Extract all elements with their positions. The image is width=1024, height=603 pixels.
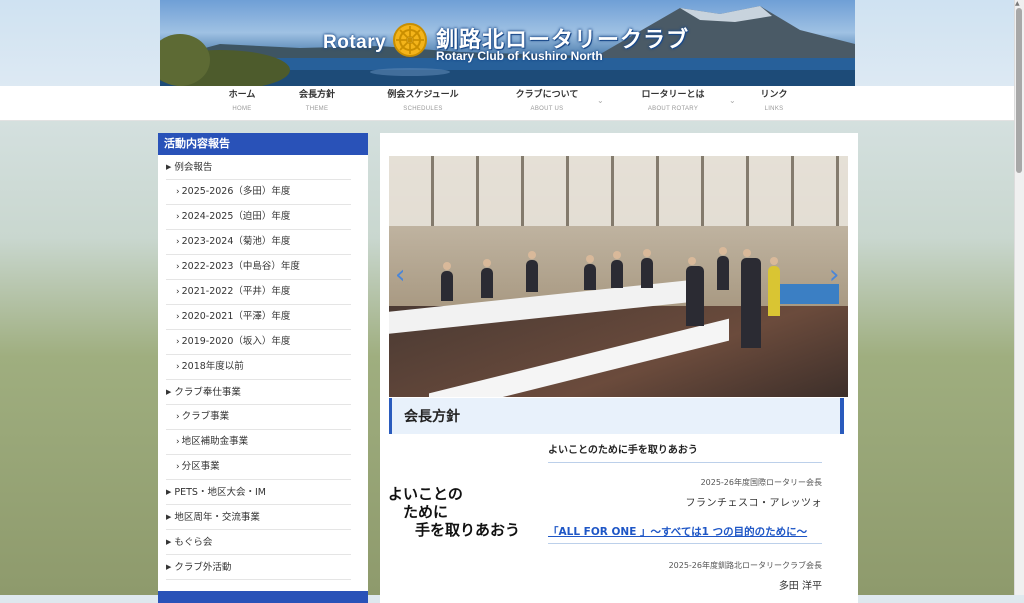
nav-about-us[interactable]: クラブについて ABOUT US (510, 89, 584, 112)
chevron-right-icon: › (176, 262, 180, 272)
ri-president-name: フランチェスコ・アレッツォ (685, 498, 822, 509)
sidebar-item[interactable]: › 2025-2026（多田）年度 (166, 180, 351, 205)
chevron-right-icon: › (176, 337, 180, 347)
president-message: よいことのために手を取りあおう 2025-26年度国際ロータリー会長 フランチェ… (548, 441, 822, 592)
nav-sublabel: THEME (305, 106, 329, 112)
slogan-image: よいことの ために 手を取りあおう (388, 485, 528, 539)
sidebar-item[interactable]: › 地区補助金事業 (166, 430, 351, 455)
nav-home[interactable]: ホーム HOME (224, 89, 260, 112)
sidebar-item-label: 2019-2020（坂入）年度 (181, 336, 291, 347)
caret-right-icon: ▶ (166, 538, 172, 546)
sidebar-item-label: 2024-2025（迫田）年度 (181, 211, 291, 222)
club-name-en: Rotary Club of Kushiro North (436, 49, 603, 63)
nav-sublabel: HOME (232, 106, 252, 112)
nav-label: ホーム (228, 90, 256, 100)
sidebar-item-label: 2020-2021（平澤）年度 (181, 311, 291, 322)
nav-label: クラブについて (515, 90, 579, 100)
sidebar-title: 活動内容報告 (158, 133, 368, 155)
club-president-caption: 2025-26年度釧路北ロータリークラブ会長 (668, 561, 822, 570)
nav-sublabel: SCHEDULES (403, 106, 443, 112)
slider-next-icon[interactable]: › (829, 260, 839, 290)
sidebar-item-label: クラブ外活動 (174, 562, 232, 573)
chevron-right-icon: › (176, 462, 180, 472)
sidebar-item[interactable]: › 2019-2020（坂入）年度 (166, 330, 351, 355)
slogan-line-3: 手を取りあおう (415, 521, 521, 539)
activity-sidebar: 活動内容報告 ▶ 例会報告 › 2025-2026（多田）年度 › 2024-2025（迫… (158, 133, 368, 603)
caret-right-icon: ▶ (166, 488, 172, 496)
sidebar-item-label: 例会報告 (174, 162, 213, 173)
sidebar-item-label: 2021-2022（平井）年度 (181, 286, 291, 297)
sidebar-item-label: 2018年度以前 (181, 361, 244, 372)
sidebar-item[interactable]: › 2023-2024（菊池）年度 (166, 230, 351, 255)
sidebar-item-label: 2023-2024（菊池）年度 (181, 236, 291, 247)
nav-label: ロータリーとは (641, 90, 705, 100)
main-nav: ホーム HOME 会長方針 THEME 例会スケジュール SCHEDULES ク… (0, 86, 1014, 121)
rotary-logo-text: Rotary (323, 32, 387, 53)
chevron-right-icon: › (176, 362, 180, 372)
sidebar-item[interactable]: › 2021-2022（平井）年度 (166, 280, 351, 305)
sidebar-item[interactable]: › 2020-2021（平澤）年度 (166, 305, 351, 330)
sidebar-item-label: 分区事業 (181, 461, 220, 472)
sidebar-next-widget (158, 591, 368, 603)
sidebar-item[interactable]: ▶ もぐら会 (166, 530, 351, 555)
chevron-right-icon: › (176, 287, 180, 297)
chevron-right-icon: › (176, 237, 180, 247)
slider-prev-icon[interactable]: ‹ (395, 260, 405, 290)
header-banner[interactable]: Rotary 釧路北ロータリークラブ Rotary Club of Kushir… (160, 0, 855, 86)
nav-label: リンク (760, 90, 788, 100)
sidebar-item-label: 地区周年・交流事業 (174, 512, 260, 523)
sidebar-item[interactable]: › 2024-2025（迫田）年度 (166, 205, 351, 230)
nav-sublabel: LINKS (764, 106, 784, 112)
scrollbar-thumb[interactable] (1016, 8, 1022, 173)
photo-slider[interactable]: ‹ › (389, 156, 848, 397)
sidebar-item-label: PETS・地区大会・IM (174, 487, 266, 498)
caret-right-icon: ▶ (166, 563, 172, 571)
caret-right-icon: ▶ (166, 513, 172, 521)
chevron-right-icon: › (176, 312, 180, 322)
rotary-wheel-icon (393, 23, 427, 57)
sidebar-item-label: 2022-2023（中島谷）年度 (181, 261, 300, 272)
section-title: 会長方針 (404, 409, 460, 425)
nav-label: 会長方針 (298, 90, 335, 100)
section-title-box: 会長方針 (389, 398, 844, 434)
sidebar-item-label: もぐら会 (174, 537, 213, 548)
sidebar-item[interactable]: › 2018年度以前 (166, 355, 351, 380)
sidebar-item-label: 2025-2026（多田）年度 (181, 186, 291, 197)
sidebar-item[interactable]: ▶ 例会報告 (166, 155, 351, 180)
chevron-down-icon[interactable]: ⌄ (597, 96, 604, 105)
nav-sublabel: ABOUT US (530, 106, 564, 112)
nav-label: 例会スケジュール (387, 90, 459, 100)
nav-links[interactable]: リンク LINKS (756, 89, 792, 112)
chevron-down-icon[interactable]: ⌄ (729, 96, 736, 105)
sidebar-item[interactable]: › クラブ事業 (166, 405, 351, 430)
nav-sublabel: ABOUT ROTARY (647, 106, 699, 112)
sidebar-item[interactable]: › 分区事業 (166, 455, 351, 480)
chevron-right-icon: › (176, 437, 180, 447)
sidebar-item[interactable]: › 2022-2023（中島谷）年度 (166, 255, 351, 280)
sidebar-item[interactable]: ▶ クラブ外活動 (166, 555, 351, 580)
main-content: ‹ › 会長方針 よいことの ために 手を取りあおう よいことのために手を取りあ… (380, 133, 858, 603)
sidebar-item[interactable]: ▶ 地区周年・交流事業 (166, 505, 351, 530)
slogan-line-1: よいことの (388, 485, 463, 503)
sidebar-item[interactable]: ▶ PETS・地区大会・IM (166, 480, 351, 505)
caret-right-icon: ▶ (166, 388, 172, 396)
slogan-line-2: ために (403, 503, 449, 521)
club-president-name: 多田 洋平 (778, 581, 822, 592)
chevron-right-icon: › (176, 212, 180, 222)
scroll-up-icon[interactable]: ▲ (1015, 0, 1020, 7)
ri-president-caption: 2025-26年度国際ロータリー会長 (700, 478, 822, 487)
chevron-right-icon: › (176, 412, 180, 422)
ri-theme-heading: よいことのために手を取りあおう (548, 441, 822, 463)
chevron-right-icon: › (176, 187, 180, 197)
nav-schedules[interactable]: 例会スケジュール SCHEDULES (382, 89, 464, 112)
club-theme-link[interactable]: 「ALL FOR ONE 」～すべては1 つの目的のために～ (548, 524, 822, 544)
sidebar-menu: ▶ 例会報告 › 2025-2026（多田）年度 › 2024-2025（迫田）年度 › 20… (158, 155, 368, 580)
caret-right-icon: ▶ (166, 163, 172, 171)
sidebar-item-label: クラブ事業 (181, 411, 230, 422)
sidebar-item-label: 地区補助金事業 (181, 436, 249, 447)
sidebar-item-label: クラブ奉仕事業 (174, 387, 241, 398)
sidebar-item[interactable]: ▶ クラブ奉仕事業 (166, 380, 351, 405)
nav-theme[interactable]: 会長方針 THEME (294, 89, 340, 112)
nav-about-rotary[interactable]: ロータリーとは ABOUT ROTARY (636, 89, 710, 112)
